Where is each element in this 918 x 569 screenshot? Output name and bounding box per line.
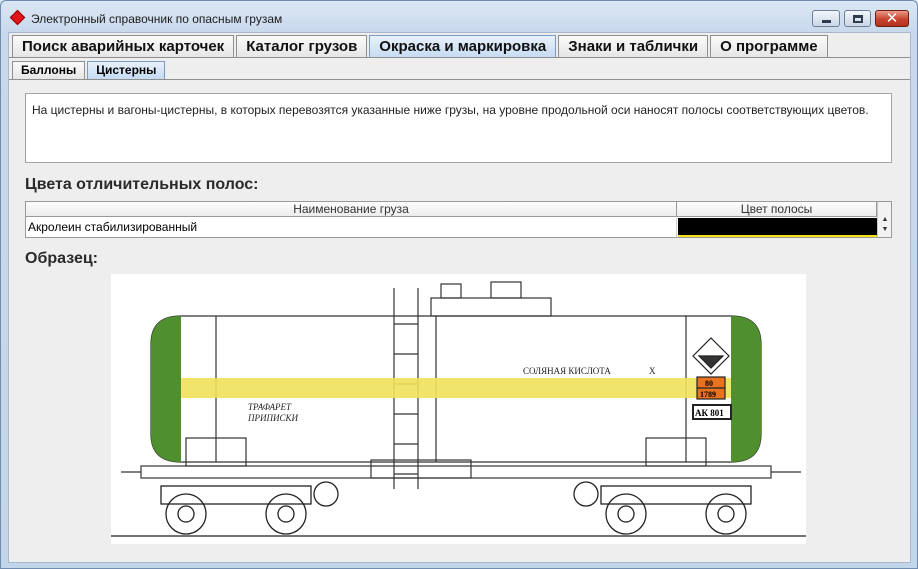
stripe-colors-table: Наименование груза Цвет полосы Акролеин … bbox=[25, 201, 892, 238]
subtab-cylinders[interactable]: Баллоны bbox=[12, 61, 86, 79]
plate-top-number: 80 bbox=[705, 379, 713, 388]
cargo-stencil-text: СОЛЯНАЯ КИСЛОТА bbox=[523, 366, 611, 376]
tab-painting-marking[interactable]: Окраска и маркировка bbox=[369, 35, 557, 58]
tank-wagon-drawing: СОЛЯНАЯ КИСЛОТА Х ТРАФАРЕТ ПРИПИСКИ 80 1… bbox=[111, 281, 806, 537]
tank-end-left bbox=[151, 316, 181, 462]
tab-signs-plates[interactable]: Знаки и таблички bbox=[558, 35, 709, 57]
column-header-color[interactable]: Цвет полосы bbox=[677, 202, 877, 217]
description-textbox[interactable]: На цистерны и вагоны-цистерны, в которых… bbox=[25, 93, 892, 163]
column-header-name[interactable]: Наименование груза bbox=[26, 202, 677, 217]
subtabs-divider bbox=[9, 79, 910, 80]
stripe-color-cell[interactable] bbox=[678, 218, 877, 237]
scroll-down-icon[interactable]: ▼ bbox=[878, 226, 892, 233]
tab-about[interactable]: О программе bbox=[710, 35, 828, 57]
cargo-stencil-x: Х bbox=[649, 366, 656, 376]
main-tabs: Поиск аварийных карточек Каталог грузов … bbox=[12, 35, 830, 58]
app-diamond-icon bbox=[9, 9, 26, 26]
tank-end-right bbox=[731, 316, 761, 462]
plate-bottom-number: 1789 bbox=[700, 390, 716, 399]
tank-stripe bbox=[181, 378, 731, 398]
tank-wagon-sample-image: СОЛЯНАЯ КИСЛОТА Х ТРАФАРЕТ ПРИПИСКИ 80 1… bbox=[111, 274, 806, 544]
title-bar[interactable]: Электронный справочник по опасным грузам… bbox=[1, 1, 917, 31]
stripe-colors-heading: Цвета отличительных полос: bbox=[25, 176, 259, 193]
maximize-icon bbox=[853, 15, 863, 23]
close-button[interactable]: ✕ bbox=[875, 10, 909, 27]
stencil-line-1: ТРАФАРЕТ bbox=[248, 402, 292, 412]
tab-emergency-cards[interactable]: Поиск аварийных карточек bbox=[12, 35, 235, 57]
selection-underline bbox=[678, 235, 877, 237]
app-window: Электронный справочник по опасным грузам… bbox=[0, 0, 918, 569]
stencil-line-2: ПРИПИСКИ bbox=[247, 413, 298, 423]
window-title: Электронный справочник по опасным грузам bbox=[31, 12, 283, 26]
main-panel: Поиск аварийных карточек Каталог грузов … bbox=[8, 32, 911, 563]
tab-cargo-catalog[interactable]: Каталог грузов bbox=[236, 35, 368, 57]
description-text: На цистерны и вагоны-цистерны, в которых… bbox=[32, 103, 869, 117]
minimize-button[interactable] bbox=[812, 10, 840, 27]
scroll-up-icon[interactable]: ▲ bbox=[878, 216, 892, 223]
subtab-tanks[interactable]: Цистерны bbox=[87, 61, 166, 79]
sub-tabs: Баллоны Цистерны bbox=[12, 61, 167, 79]
sample-heading: Образец: bbox=[25, 250, 98, 267]
wagon-number: АК 801 bbox=[695, 408, 724, 418]
table-scrollbar[interactable]: ▲ ▼ bbox=[877, 202, 891, 237]
tabs-divider bbox=[9, 57, 910, 58]
cargo-name-cell[interactable]: Акролеин стабилизированный bbox=[26, 218, 677, 237]
maximize-button[interactable] bbox=[844, 10, 871, 27]
close-icon: ✕ bbox=[885, 10, 899, 27]
minimize-icon bbox=[822, 20, 831, 23]
